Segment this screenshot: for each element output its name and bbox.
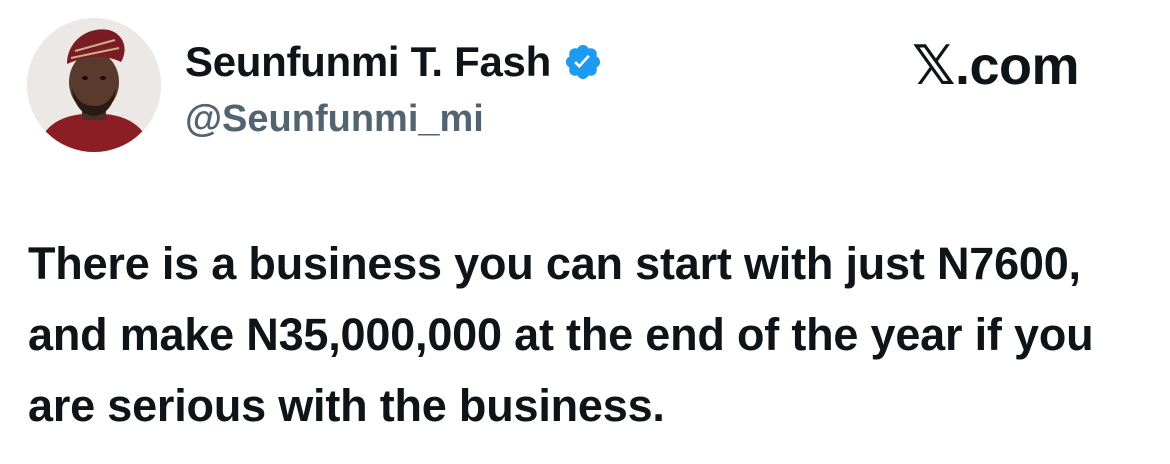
avatar[interactable] [27, 18, 161, 152]
tweet-text: There is a business you can start with j… [28, 238, 1094, 431]
handle[interactable]: @Seunfunmi_mi [185, 98, 603, 141]
display-name[interactable]: Seunfunmi T. Fash [185, 38, 551, 86]
avatar-image [27, 18, 161, 152]
name-row: Seunfunmi T. Fash [185, 36, 603, 88]
verified-badge-icon [563, 42, 603, 82]
brand-logo: 𝕏.com [912, 36, 1080, 96]
tweet-card: Seunfunmi T. Fash @Seunfunmi_mi 𝕏.com Th… [0, 0, 1170, 464]
author-info: Seunfunmi T. Fash @Seunfunmi_mi [185, 36, 603, 141]
